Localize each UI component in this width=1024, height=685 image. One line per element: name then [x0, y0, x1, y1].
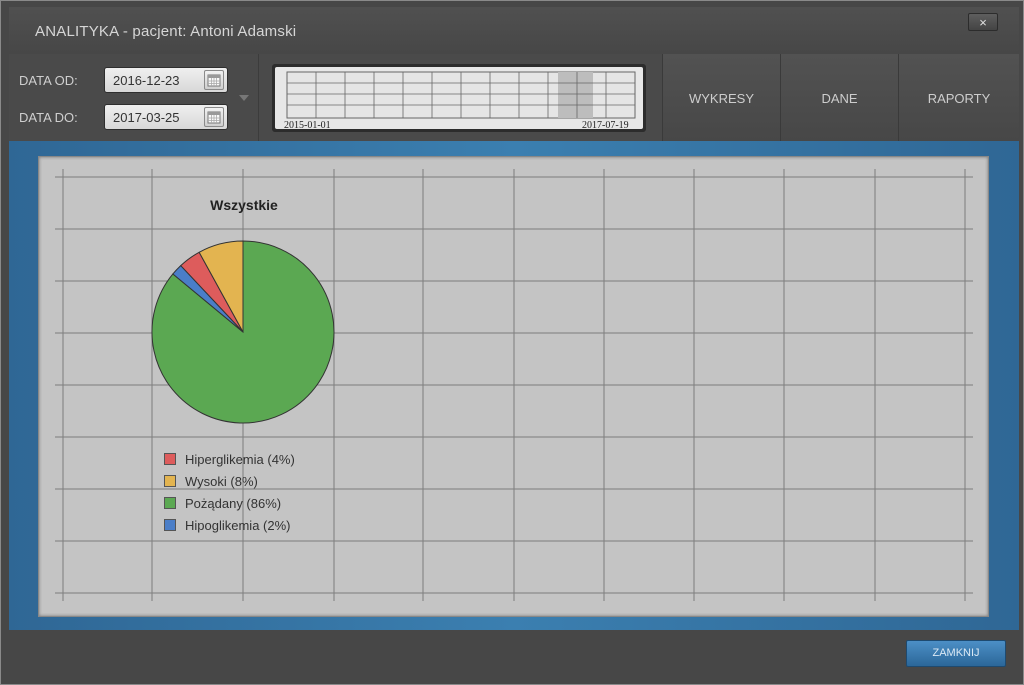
toolbar-divider [258, 54, 259, 141]
date-from-field[interactable]: 2016-12-23 [104, 67, 228, 93]
date-from-calendar-button[interactable] [204, 70, 224, 90]
timeline-start-date: 2015-01-01 [284, 120, 331, 131]
chart-panel: Wszystkie Hiperglikemia (4%) Wysoki (8%)… [38, 156, 989, 617]
calendar-icon [207, 111, 221, 124]
window-close-button[interactable]: × [968, 13, 998, 31]
title-bar: ANALITYKA - pacjent: Antoni Adamski × [9, 7, 1019, 53]
timeline-end-date: 2017-07-19 [582, 120, 629, 131]
date-to-value: 2017-03-25 [113, 110, 180, 125]
timeline-range-selector[interactable]: 2015-01-01 2017-07-19 [272, 64, 646, 132]
pie-chart [55, 169, 973, 601]
legend-swatch [164, 453, 176, 465]
timeline-selection[interactable] [558, 72, 593, 118]
legend-swatch [164, 497, 176, 509]
toolbar: DATA OD: 2016-12-23 DATA DO: 2017-03-25 [9, 54, 1019, 141]
analytics-window: ANALITYKA - pacjent: Antoni Adamski × DA… [0, 0, 1024, 685]
timeline-track[interactable]: 2015-01-01 2017-07-19 [275, 67, 643, 131]
legend-item: Pożądany (86%) [164, 492, 295, 514]
legend-label: Wysoki (8%) [185, 473, 258, 489]
legend-item: Hipoglikemia (2%) [164, 514, 295, 536]
date-to-field[interactable]: 2017-03-25 [104, 104, 228, 130]
close-button[interactable]: ZAMKNIJ [906, 640, 1006, 667]
date-from-label: DATA OD: [19, 73, 78, 88]
legend-label: Pożądany (86%) [185, 495, 282, 511]
legend-label: Hiperglikemia (4%) [185, 451, 295, 467]
legend-label: Hipoglikemia (2%) [185, 517, 291, 533]
chevron-down-icon[interactable] [239, 94, 249, 102]
tab-dane[interactable]: DANE [780, 54, 898, 141]
window-title: ANALITYKA - pacjent: Antoni Adamski [35, 23, 297, 40]
chart-legend: Hiperglikemia (4%) Wysoki (8%) Pożądany … [164, 448, 295, 536]
legend-swatch [164, 519, 176, 531]
date-to-label: DATA DO: [19, 110, 78, 125]
chart-title: Wszystkie [210, 197, 278, 213]
date-from-value: 2016-12-23 [113, 73, 180, 88]
date-to-calendar-button[interactable] [204, 107, 224, 127]
legend-item: Wysoki (8%) [164, 470, 295, 492]
legend-item: Hiperglikemia (4%) [164, 448, 295, 470]
tab-raporty[interactable]: RAPORTY [898, 54, 1019, 141]
calendar-icon [207, 74, 221, 87]
content-area: Wszystkie Hiperglikemia (4%) Wysoki (8%)… [9, 141, 1019, 630]
footer-bar: ZAMKNIJ [9, 630, 1019, 678]
legend-swatch [164, 475, 176, 487]
tab-wykresy[interactable]: WYKRESY [662, 54, 780, 141]
